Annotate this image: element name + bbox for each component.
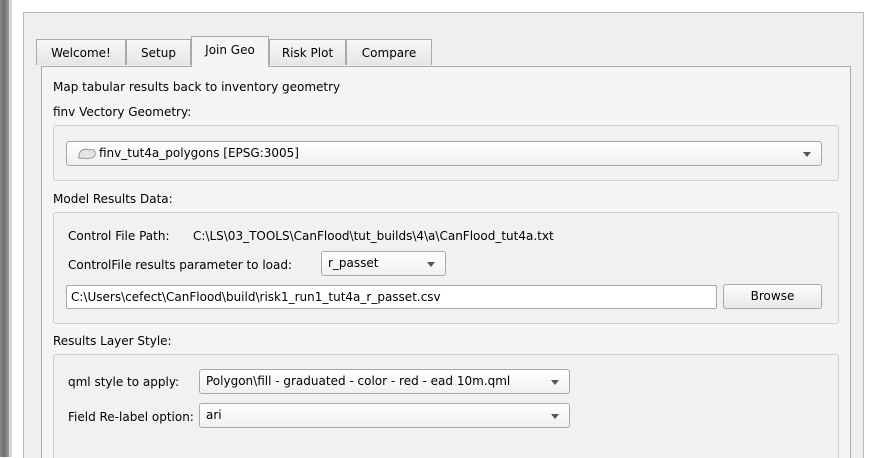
browse-button-label: Browse [750,289,795,303]
results-file-path-input[interactable]: C:\Users\cefect\CanFlood\build\risk1_run… [66,285,717,309]
control-file-path-label: Control File Path: [68,229,170,243]
left-window-edge [0,0,9,457]
tab-compare[interactable]: Compare [346,39,432,65]
qml-style-label: qml style to apply: [68,375,180,389]
tab-welcome[interactable]: Welcome! [36,39,126,65]
description-text: Map tabular results back to inventory ge… [53,80,341,94]
field-relabel-combo[interactable]: ari [199,403,570,428]
polygon-layer-icon [78,148,96,160]
field-relabel-value: ari [206,408,222,422]
tab-risk-plot-label: Risk Plot [281,46,334,60]
chevron-down-icon [427,262,435,267]
results-layer-style-label: Results Layer Style: [53,334,172,348]
tab-risk-plot[interactable]: Risk Plot [269,39,346,65]
left-window-edge-highlight [9,0,12,457]
tab-setup-label: Setup [141,46,176,60]
chevron-down-icon [803,152,811,157]
finv-layer-value: finv_tut4a_polygons [EPSG:3005] [99,146,299,160]
model-results-label: Model Results Data: [53,192,173,206]
results-parameter-combo[interactable]: r_passet [321,251,446,276]
qml-style-combo[interactable]: Polygon\fill - graduated - color - red -… [199,369,570,394]
chevron-down-icon [551,380,559,385]
results-parameter-value: r_passet [328,256,379,270]
finv-geometry-label: finv Vectory Geometry: [53,105,192,119]
tab-compare-label: Compare [361,46,417,60]
field-relabel-label: Field Re-label option: [68,410,194,424]
results-parameter-label: ControlFile results parameter to load: [68,258,293,272]
control-file-path-value: C:\LS\03_TOOLS\CanFlood\tut_builds\4\a\C… [193,229,554,243]
tab-setup[interactable]: Setup [126,39,191,65]
tab-join-geo-label: Join Geo [205,43,255,57]
chevron-down-icon [551,414,559,419]
qml-style-value: Polygon\fill - graduated - color - red -… [206,374,511,388]
browse-button[interactable]: Browse [723,284,822,309]
tab-join-geo[interactable]: Join Geo [191,36,269,67]
tab-welcome-label: Welcome! [51,46,111,60]
results-file-path-value: C:\Users\cefect\CanFlood\build\risk1_run… [71,290,441,304]
finv-layer-combo[interactable]: finv_tut4a_polygons [EPSG:3005] [66,141,822,166]
